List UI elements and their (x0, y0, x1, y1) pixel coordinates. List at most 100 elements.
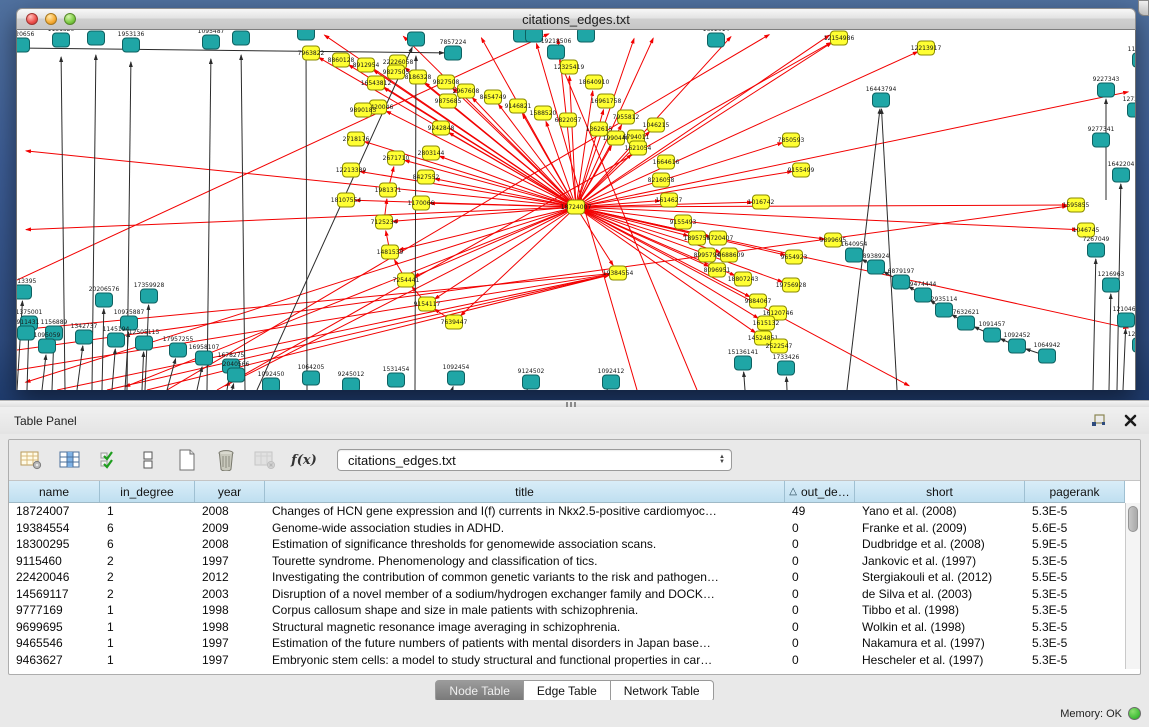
network-window[interactable]: citations_edges.txt 79638228860128891295… (16, 8, 1136, 390)
graph-node[interactable]: 1216963 (1098, 271, 1125, 292)
graph-node[interactable]: 1092452 (1004, 332, 1031, 353)
graph-node[interactable]: 12325419 (554, 60, 585, 74)
table-row[interactable]: 2242004622012Investigating the contribut… (9, 569, 1125, 586)
graph-node[interactable]: 1588520 (530, 106, 557, 120)
column-header-short[interactable]: short (855, 481, 1025, 502)
graph-node[interactable]: 1046745 (1073, 223, 1100, 237)
graph-node[interactable]: 12505115 (129, 329, 160, 350)
graph-node[interactable]: 9313154 (83, 30, 110, 45)
graph-node[interactable]: 1092412 (598, 368, 625, 389)
graph-node[interactable]: 1733426 (773, 354, 800, 375)
graph-node[interactable]: 1064205 (298, 364, 325, 385)
graph-node[interactable]: 9146821 (505, 99, 532, 113)
graph-node[interactable]: 1273545 (1123, 96, 1136, 117)
graph-node[interactable]: 1151208 (1128, 46, 1136, 67)
graph-node[interactable]: 19756928 (776, 278, 807, 292)
graph-node[interactable]: 1342737 (71, 323, 98, 344)
table-column-icon[interactable] (58, 448, 82, 472)
table-row[interactable]: 946554611997Estimation of the future num… (9, 635, 1125, 652)
graph-node[interactable]: 7267049 (1083, 236, 1110, 257)
graph-node[interactable]: 12154986 (824, 31, 855, 45)
table-row[interactable]: 969969511998Structural magnetic resonanc… (9, 619, 1125, 636)
rows-icon[interactable] (136, 448, 160, 472)
graph-node[interactable]: 9245012 (338, 371, 365, 390)
graph-node[interactable]: 1981371 (375, 183, 402, 197)
graph-node[interactable]: 9313395 (17, 278, 37, 299)
table-row[interactable]: 1456911722003Disruption of a novel membe… (9, 586, 1125, 603)
table-settings-icon[interactable] (19, 448, 43, 472)
graph-node[interactable]: 16443794 (866, 86, 897, 107)
graph-node[interactable]: 15136141 (728, 349, 759, 370)
graph-node[interactable]: 9155493 (670, 215, 697, 229)
graph-node[interactable]: 1095487 (198, 30, 225, 49)
graph-node[interactable]: 7125234 (371, 215, 398, 229)
graph-node[interactable]: 1572340 (573, 30, 600, 42)
graph-node[interactable]: 16961758 (591, 94, 622, 108)
graph-node[interactable]: 1664616 (653, 155, 680, 169)
table-scrollbar-thumb[interactable] (1128, 506, 1138, 532)
graph-node[interactable]: 2671710 (383, 151, 410, 165)
float-panel-icon[interactable] (1089, 412, 1107, 430)
table-selector-dropdown[interactable]: citations_edges.txt ▲▼ (337, 449, 732, 471)
graph-node[interactable]: 1692014 (703, 30, 730, 47)
graph-node[interactable]: 9277341 (1088, 126, 1115, 147)
column-header-name[interactable]: name (9, 481, 100, 502)
table-row[interactable]: 946362711997Embryonic stem cells: a mode… (9, 652, 1125, 669)
graph-node[interactable]: 2620656 (17, 31, 35, 52)
graph-node[interactable]: 9654923 (781, 250, 808, 264)
table-row[interactable]: 911546021997Tourette syndrome. Phenomeno… (9, 553, 1125, 570)
tab-network-table[interactable]: Network Table (611, 680, 714, 702)
graph-node[interactable]: 1642204 (1108, 161, 1135, 182)
graph-node[interactable]: 9155499 (788, 163, 815, 177)
function-builder-icon[interactable]: f(x) (292, 448, 316, 472)
table-row[interactable]: 1830029562008Estimation of significance … (9, 536, 1125, 553)
graph-node[interactable]: 7963822 (298, 46, 325, 60)
graph-node[interactable]: 7639447 (441, 315, 468, 329)
delete-column-icon[interactable] (253, 448, 277, 472)
graph-node[interactable]: 18107554 (331, 193, 362, 207)
memory-status-icon[interactable] (1128, 707, 1141, 720)
graph-node[interactable]: 9124502 (518, 368, 545, 389)
column-header-title[interactable]: title (265, 481, 785, 502)
tab-node-table[interactable]: Node Table (435, 680, 524, 702)
column-header-out_degree[interactable]: △out_de… (785, 481, 855, 502)
graph-node[interactable]: 12213389 (336, 163, 367, 177)
graph-node[interactable]: 18640910 (579, 75, 610, 89)
graph-node[interactable]: 7850593 (778, 133, 805, 147)
graph-node[interactable]: 2718176 (343, 132, 370, 146)
graph-node[interactable]: 1481539 (377, 245, 404, 259)
table-row[interactable]: 977716911998Corpus callosum shape and si… (9, 602, 1125, 619)
delete-table-icon[interactable] (214, 448, 238, 472)
new-table-icon[interactable] (175, 448, 199, 472)
panel-splitter[interactable] (0, 400, 1149, 407)
graph-node[interactable]: 1092454 (443, 364, 470, 385)
close-panel-icon[interactable] (1121, 412, 1139, 430)
graph-node[interactable]: 19384554 (603, 266, 634, 280)
table-scrollbar[interactable] (1125, 503, 1140, 669)
graph-node[interactable]: 9227343 (1093, 76, 1120, 97)
graph-node[interactable]: 1572307 (293, 30, 320, 40)
graph-node[interactable]: 19218506 (541, 38, 572, 59)
graph-node[interactable]: 8454749 (480, 90, 507, 104)
select-rows-icon[interactable] (97, 448, 121, 472)
graph-node[interactable]: 1016742 (748, 195, 775, 209)
graph-node[interactable]: 1595855 (1063, 198, 1090, 212)
window-titlebar[interactable]: citations_edges.txt (16, 8, 1136, 30)
graph-node[interactable]: 9154117 (414, 297, 441, 311)
graph-node[interactable]: 1131820 (48, 30, 75, 47)
graph-node[interactable]: 1531454 (383, 366, 410, 387)
graph-node[interactable]: 6822057 (555, 113, 582, 127)
tab-edge-table[interactable]: Edge Table (524, 680, 611, 702)
graph-node[interactable]: 2803144 (418, 146, 445, 160)
column-header-pagerank[interactable]: pagerank (1025, 481, 1125, 502)
graph-node[interactable]: 1095059 (34, 332, 61, 353)
graph-node[interactable]: 1170066 (408, 196, 435, 210)
table-row[interactable]: 1872400712008Changes of HCN gene express… (9, 503, 1125, 520)
table-row[interactable]: 1938455462009Genome-wide association stu… (9, 520, 1125, 537)
graph-node[interactable]: 17359928 (134, 282, 165, 303)
column-header-year[interactable]: year (195, 481, 265, 502)
network-canvas[interactable]: 7963822886012889129542222605898275051654… (16, 30, 1136, 390)
graph-node[interactable]: 1210465 (1113, 306, 1136, 327)
graph-node[interactable]: 1154408 (228, 30, 255, 45)
graph-node[interactable]: 7955812 (613, 110, 640, 124)
